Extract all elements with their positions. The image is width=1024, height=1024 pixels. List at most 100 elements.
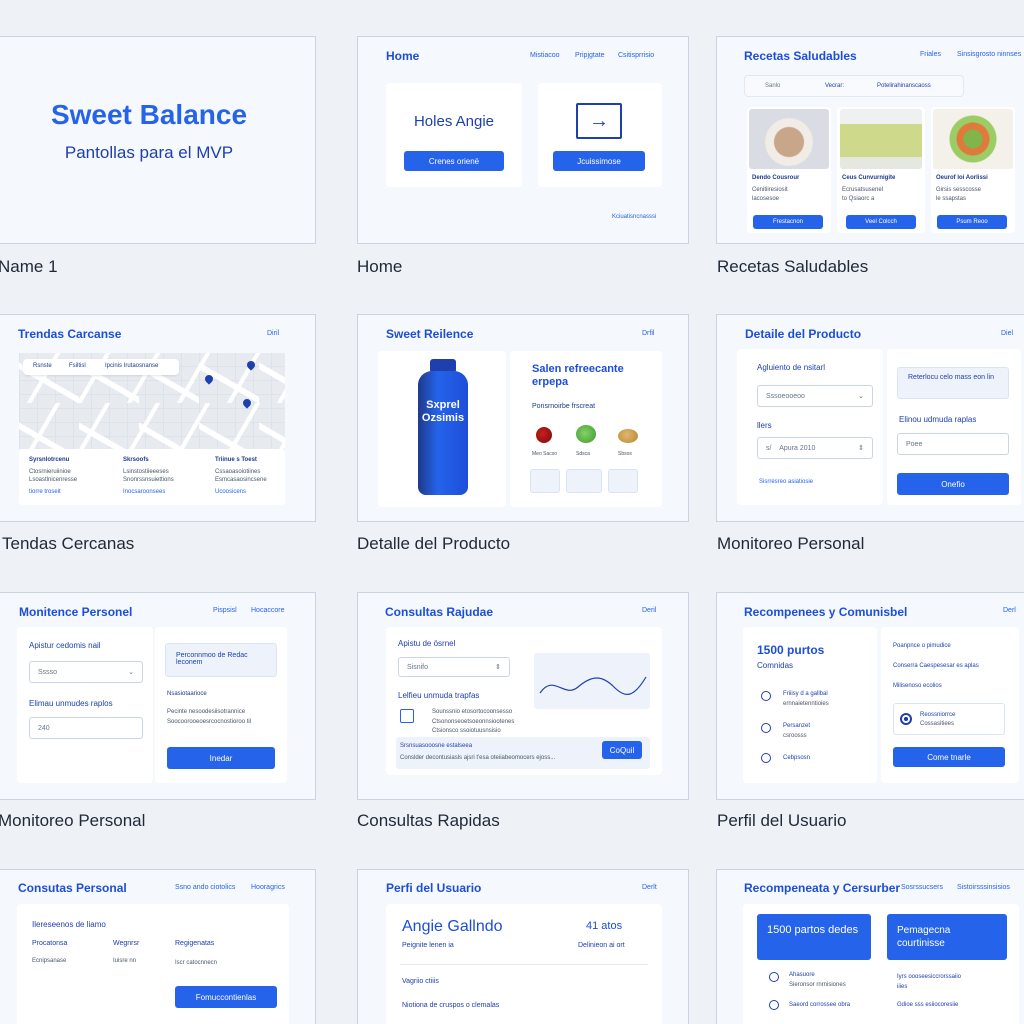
screen-card-consultas-personal[interactable]: Consutas Personal Ssno ando ciotolics Ho… bbox=[0, 869, 316, 1024]
screen-card-name1[interactable]: Sweet Balance Pantollas para el MVP bbox=[0, 36, 316, 244]
screen-card-perfil-usuario[interactable]: Perfi del Usuario Derlt Angie Gallndo Pe… bbox=[357, 869, 689, 1024]
col-1-item[interactable]: Procatonsa bbox=[32, 940, 67, 947]
nav-link-2[interactable]: Sistoirsssinsisios bbox=[957, 884, 1010, 891]
screen-header: Home bbox=[386, 49, 420, 63]
store-link[interactable]: Ucoosicens bbox=[215, 489, 246, 495]
recipe-card-2[interactable]: Ceus Cunvurnigite Ecrusatsusenel to Qsia… bbox=[837, 107, 925, 233]
screen-card-recompensas[interactable]: Recompeneata y Cersurber Sosrssucsers Si… bbox=[716, 869, 1024, 1024]
profile-field[interactable]: Niotiona de cruspos o clemalas bbox=[402, 1002, 499, 1009]
note-title: Srsnsuasooosne estalseea bbox=[400, 743, 473, 749]
tab-2[interactable]: Vecrar: bbox=[825, 83, 844, 89]
map-chip-3[interactable]: Ipcinis Irutaosnanse bbox=[105, 363, 158, 369]
text-field[interactable]: Poee bbox=[897, 433, 1009, 455]
nav-link[interactable]: Drfil bbox=[642, 330, 654, 337]
nav-link[interactable]: Deril bbox=[642, 607, 656, 614]
recipe-button[interactable]: Frestacnon bbox=[753, 215, 823, 229]
help-link[interactable]: Sisrresreo asiatiosie bbox=[759, 479, 813, 485]
fruit-grape-icon bbox=[576, 425, 596, 443]
feature-icon-2[interactable] bbox=[566, 469, 602, 493]
reward-title: Ahasuore bbox=[789, 972, 815, 978]
tab-1[interactable]: Sanlo bbox=[765, 83, 780, 89]
recipe-card-1[interactable]: Dendo Cousrour Cenitiiresiosit lacosesoe… bbox=[747, 107, 831, 233]
points-value: 1500 purtos bbox=[757, 643, 825, 657]
nav-link-2[interactable]: Hooragrics bbox=[251, 884, 285, 891]
map-pin-icon[interactable] bbox=[203, 373, 215, 385]
number-field[interactable]: 240 bbox=[29, 717, 143, 739]
footer-link[interactable]: Kciuatisncnasssi bbox=[612, 214, 656, 220]
greeting-text: Holes Angie bbox=[413, 113, 495, 130]
greeting-button[interactable]: Crenes orienë bbox=[404, 151, 504, 171]
product-image-panel: Sxprel Ozsimis bbox=[378, 351, 506, 507]
store-name[interactable]: Triinue s Toest bbox=[215, 457, 257, 463]
submit-button[interactable]: Inedar bbox=[167, 747, 275, 769]
premium-box-text: Pemagecna courtinisse bbox=[897, 925, 951, 949]
submit-button[interactable]: Come tnarle bbox=[893, 747, 1005, 767]
screen-card-tendas[interactable]: Trendas Carcanse Diril Rsnste Fsiltisl I… bbox=[0, 314, 316, 522]
feature-icon-1[interactable] bbox=[530, 469, 560, 493]
col-3-item[interactable]: Regigenatas bbox=[175, 940, 214, 947]
screen-card-perfil[interactable]: Recompenees y Comunisbel Derl 1500 purto… bbox=[716, 592, 1024, 800]
entry-text: Sounssnio etosortocoonsesso bbox=[432, 709, 513, 715]
premium-box[interactable]: Pemagecna courtinisse bbox=[887, 914, 1007, 960]
community-text: Poanpnce o pimudice bbox=[893, 643, 951, 649]
screen-card-monitoreo[interactable]: Detaile del Producto Diel Agluiento de n… bbox=[716, 314, 1024, 522]
store-name[interactable]: Syrsnlotrcenu bbox=[29, 457, 69, 463]
nav-link-1[interactable]: Ssno ando ciotolics bbox=[175, 884, 235, 891]
submit-button[interactable]: Onefio bbox=[897, 473, 1009, 495]
profile-field[interactable]: Vagriio ctiiis bbox=[402, 978, 439, 985]
radio-selected-icon[interactable] bbox=[900, 713, 912, 725]
recipe-desc: to Qsiaorc a bbox=[842, 196, 875, 202]
nav-link-1[interactable]: Sosrssucsers bbox=[901, 884, 943, 891]
nav-link[interactable]: Derlt bbox=[642, 884, 657, 891]
map-chip-2[interactable]: Fsiltisl bbox=[69, 363, 86, 369]
store-link[interactable]: Inocsaroonsees bbox=[123, 489, 165, 495]
nav-link-2[interactable]: Pripjgtate bbox=[575, 52, 605, 59]
achievement-title: Friiisy d a gallbal bbox=[783, 691, 828, 697]
achievement-sub: csroosss bbox=[783, 733, 807, 739]
nav-link-1[interactable]: Pispsisl bbox=[213, 607, 237, 614]
screen-header: Recompeneata y Cersurber bbox=[744, 881, 901, 895]
screen-card-monitoreo-personal[interactable]: Monitence Personel Pispsisl Hocaccore Ap… bbox=[0, 592, 316, 800]
store-name[interactable]: Skrsoofs bbox=[123, 457, 149, 463]
chevron-down-icon: ⌄ bbox=[128, 669, 134, 676]
screen-card-recetas[interactable]: Recetas Saludables Friales Sinsisgrosto … bbox=[716, 36, 1024, 244]
screen-card-producto[interactable]: Sweet Reilence Drfil Sxprel Ozsimis Sale… bbox=[357, 314, 689, 522]
send-button[interactable]: CoQuil bbox=[602, 741, 642, 759]
achievement-icon bbox=[761, 723, 771, 733]
nav-link[interactable]: Diel bbox=[1001, 330, 1013, 337]
nav-link-1[interactable]: Friales bbox=[920, 51, 941, 58]
recipe-card-3[interactable]: Oeurof loi Aorlissi Girsis sesscosse le … bbox=[931, 107, 1015, 233]
action-button[interactable]: Jcuissimose bbox=[553, 151, 645, 171]
nav-link-2[interactable]: Hocaccore bbox=[251, 607, 284, 614]
feature-icon-3[interactable] bbox=[608, 469, 638, 493]
store-link[interactable]: tiorre troseit bbox=[29, 489, 61, 495]
option-box[interactable]: Reossniorrce Cossasitiees bbox=[893, 703, 1005, 735]
select-field[interactable]: Sssso ⌄ bbox=[29, 661, 143, 683]
map-chip-1[interactable]: Rsnste bbox=[33, 363, 52, 369]
screen-card-consultas[interactable]: Consultas Rajudae Deril Apistu de ösrnel… bbox=[357, 592, 689, 800]
col-2-item[interactable]: Wegnrsr bbox=[113, 940, 139, 947]
recipe-button[interactable]: Psum Reoo bbox=[937, 215, 1007, 229]
screen-card-home[interactable]: Home Mistiacoo Pripjgtate Csitisprrisio … bbox=[357, 36, 689, 244]
submit-button[interactable]: Fomuccontienlas bbox=[175, 986, 277, 1008]
recipe-desc: le ssapstas bbox=[936, 196, 967, 202]
store-detail: Lsinstostiieeeses bbox=[123, 469, 169, 475]
reward-icon bbox=[769, 972, 779, 982]
arrow-icon[interactable]: → bbox=[576, 103, 622, 139]
nav-link-1[interactable]: Mistiacoo bbox=[530, 52, 560, 59]
select-field[interactable]: Sisnifo ⇕ bbox=[398, 657, 510, 677]
map-pin-icon[interactable] bbox=[245, 359, 257, 371]
select-field[interactable]: Sssoeooeoo ⌄ bbox=[757, 385, 873, 407]
filter-tabs: Sanlo Vecrar: Potelirahinanscaoss bbox=[744, 75, 964, 97]
tab-3[interactable]: Potelirahinanscaoss bbox=[877, 83, 931, 89]
nav-link-2[interactable]: Sinsisgrosto ninnses bbox=[957, 51, 1021, 58]
nav-link[interactable]: Derl bbox=[1003, 607, 1016, 614]
map-view[interactable]: Rsnste Fsiltisl Ipcinis Irutaosnanse bbox=[19, 353, 285, 449]
map-pin-icon[interactable] bbox=[241, 397, 253, 409]
recipe-button[interactable]: Veel Colcch bbox=[846, 215, 916, 229]
reward-title: Saeord corrossee obra bbox=[789, 1002, 851, 1008]
date-field[interactable]: s/ Apura 2010 ⇕ bbox=[757, 437, 873, 459]
nav-link[interactable]: Diril bbox=[267, 330, 279, 337]
nav-link-3[interactable]: Csitisprrisio bbox=[618, 52, 654, 59]
col-3-item: Iscr catocnnecn bbox=[175, 960, 218, 966]
